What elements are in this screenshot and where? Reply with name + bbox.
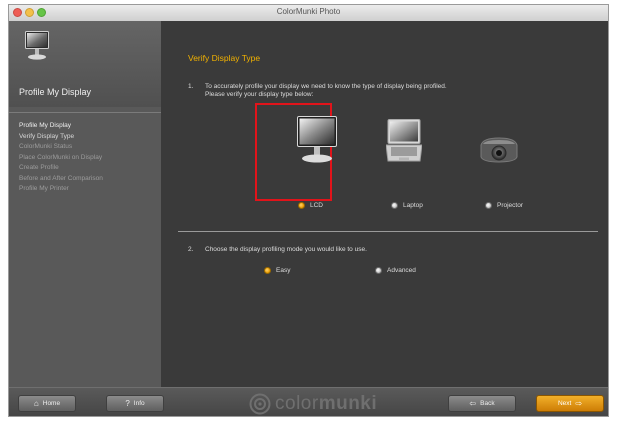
sidebar-header: Profile My Display [9, 21, 161, 107]
brand-text-color: color [275, 393, 319, 414]
sidebar-divider [9, 112, 161, 113]
step-item: ColorMunki Status [19, 143, 73, 150]
back-button-label: Back [480, 400, 495, 407]
step-item: Place ColorMunki on Display [19, 153, 103, 161]
lcd-monitor-icon[interactable] [297, 116, 337, 164]
step-item-current: Verify Display Type [19, 132, 75, 140]
info-button-label: Info [133, 400, 145, 407]
monitor-icon [25, 31, 49, 60]
radio-label: Laptop [403, 202, 423, 209]
next-button-label: Next [557, 400, 572, 407]
title-bar: ColorMunki Photo [9, 5, 608, 22]
window-title: ColorMunki Photo [276, 7, 341, 16]
app-window: ColorMunki Photo Profile My Display Prof… [8, 4, 609, 417]
mode-advanced-radio[interactable]: Advanced [375, 267, 416, 274]
question-number: 1. [188, 83, 194, 90]
colormunki-logo: colormunki [249, 391, 378, 416]
display-type-lcd-radio[interactable]: LCD [298, 202, 323, 209]
question-number: 2. [188, 246, 194, 253]
question-mark-icon: ? [125, 399, 130, 408]
home-icon: ⌂ [33, 399, 39, 408]
home-button-label: Home [42, 400, 61, 407]
question-text: Choose the display profiling mode you wo… [205, 246, 367, 253]
question-text: To accurately profile your display we ne… [205, 83, 447, 90]
radio-label: Advanced [387, 267, 416, 274]
step-item: Profile My Display [19, 122, 72, 129]
step-item: Profile My Printer [19, 185, 69, 192]
display-type-laptop-radio[interactable]: Laptop [391, 202, 423, 209]
step-item: Create Profile [19, 164, 59, 171]
step-item: Before and After Comparison [19, 174, 103, 182]
radio-label: LCD [310, 202, 324, 209]
radio-selected-icon [264, 267, 271, 274]
mode-easy-radio[interactable]: Easy [264, 267, 290, 274]
main-panel: Verify Display Type 1. To accurately pro… [161, 21, 608, 387]
arrow-left-icon: ⇦ [469, 399, 477, 408]
radio-selected-icon [298, 202, 305, 209]
arrow-right-icon: ⇨ [575, 399, 583, 408]
brand-text-munki: munki [318, 393, 378, 414]
display-type-projector-radio[interactable]: Projector [485, 202, 523, 209]
back-button[interactable]: ⇦ Back [448, 395, 516, 412]
sidebar: Profile My Display Profile My Display Ve… [9, 21, 161, 387]
step-list: Profile My Display Verify Display Type C… [19, 121, 103, 195]
question-subtext: Please verify your display type below: [205, 91, 314, 98]
radio-unselected-icon [375, 267, 382, 274]
sidebar-title: Profile My Display [19, 87, 92, 97]
projector-icon[interactable] [479, 135, 519, 165]
info-button[interactable]: ? Info [106, 395, 164, 412]
colormunki-logo-mark-icon [249, 393, 271, 415]
radio-unselected-icon [485, 202, 492, 209]
radio-label: Projector [497, 202, 524, 209]
next-button[interactable]: Next ⇨ [536, 395, 604, 412]
footer-bar: ⌂ Home ? Info colormunki ⇦ Back Next ⇨ [9, 387, 608, 416]
laptop-icon[interactable] [386, 119, 422, 163]
page-title: Verify Display Type [188, 53, 261, 63]
section-divider [178, 231, 598, 232]
home-button[interactable]: ⌂ Home [18, 395, 76, 412]
radio-label: Easy [276, 267, 291, 274]
radio-unselected-icon [391, 202, 398, 209]
